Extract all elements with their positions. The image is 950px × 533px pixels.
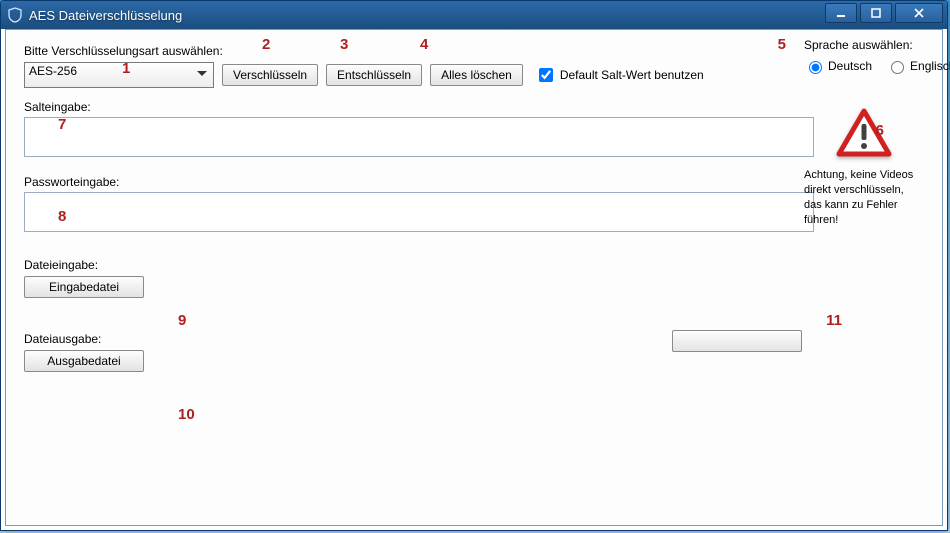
clear-button[interactable]: Alles löschen [430, 64, 523, 86]
titlebar: AES Dateiverschlüsselung [1, 1, 947, 29]
default-salt-checkbox[interactable]: Default Salt-Wert benutzen [535, 65, 704, 85]
language-radio-de-input[interactable] [809, 61, 822, 74]
unnamed-button[interactable] [672, 330, 802, 352]
annotation-11: 11 [826, 312, 842, 329]
password-label: Passworteingabe: [24, 175, 924, 189]
warning-text: Achtung, keine Videos direkt verschlüsse… [804, 168, 924, 227]
language-radio-en-input[interactable] [891, 61, 904, 74]
salt-label: Salteingabe: [24, 100, 924, 114]
default-salt-checkbox-input[interactable] [539, 68, 553, 82]
default-salt-checkbox-label: Default Salt-Wert benutzen [560, 68, 704, 82]
window-controls [822, 3, 943, 23]
password-input[interactable] [24, 192, 814, 232]
encrypt-button[interactable]: Verschlüsseln [222, 64, 318, 86]
algo-select-value: AES-256 [29, 64, 77, 78]
decrypt-button[interactable]: Entschlüsseln [326, 64, 422, 86]
algo-select[interactable]: AES-256 [24, 62, 214, 88]
close-button[interactable] [895, 3, 943, 23]
minimize-button[interactable] [825, 3, 857, 23]
file-input-button[interactable]: Eingabedatei [24, 276, 144, 298]
language-radio-de-label: Deutsch [828, 59, 872, 73]
app-window: AES Dateiverschlüsselung Bitte Verschlüs… [0, 0, 948, 531]
language-radio-en-label: Englisch [910, 59, 950, 73]
language-header: Sprache auswählen: [804, 38, 924, 52]
maximize-button[interactable] [860, 3, 892, 23]
language-radio-en[interactable]: Englisch [886, 58, 950, 74]
warning-icon [836, 108, 892, 158]
client-area: Bitte Verschlüsselungsart auswählen: AES… [5, 29, 943, 526]
window-title: AES Dateiverschlüsselung [29, 8, 182, 23]
warning-area: Achtung, keine Videos direkt verschlüsse… [804, 108, 924, 227]
algo-select-label: Bitte Verschlüsselungsart auswählen: [24, 44, 924, 58]
language-radio-de[interactable]: Deutsch [804, 58, 872, 74]
language-pane: Sprache auswählen: Deutsch Englisch [804, 38, 924, 227]
file-input-label: Dateieingabe: [24, 258, 924, 272]
annotation-10: 10 [178, 406, 195, 423]
file-output-button[interactable]: Ausgabedatei [24, 350, 144, 372]
annotation-9: 9 [178, 312, 186, 329]
salt-input[interactable] [24, 117, 814, 157]
shield-icon [7, 7, 23, 23]
